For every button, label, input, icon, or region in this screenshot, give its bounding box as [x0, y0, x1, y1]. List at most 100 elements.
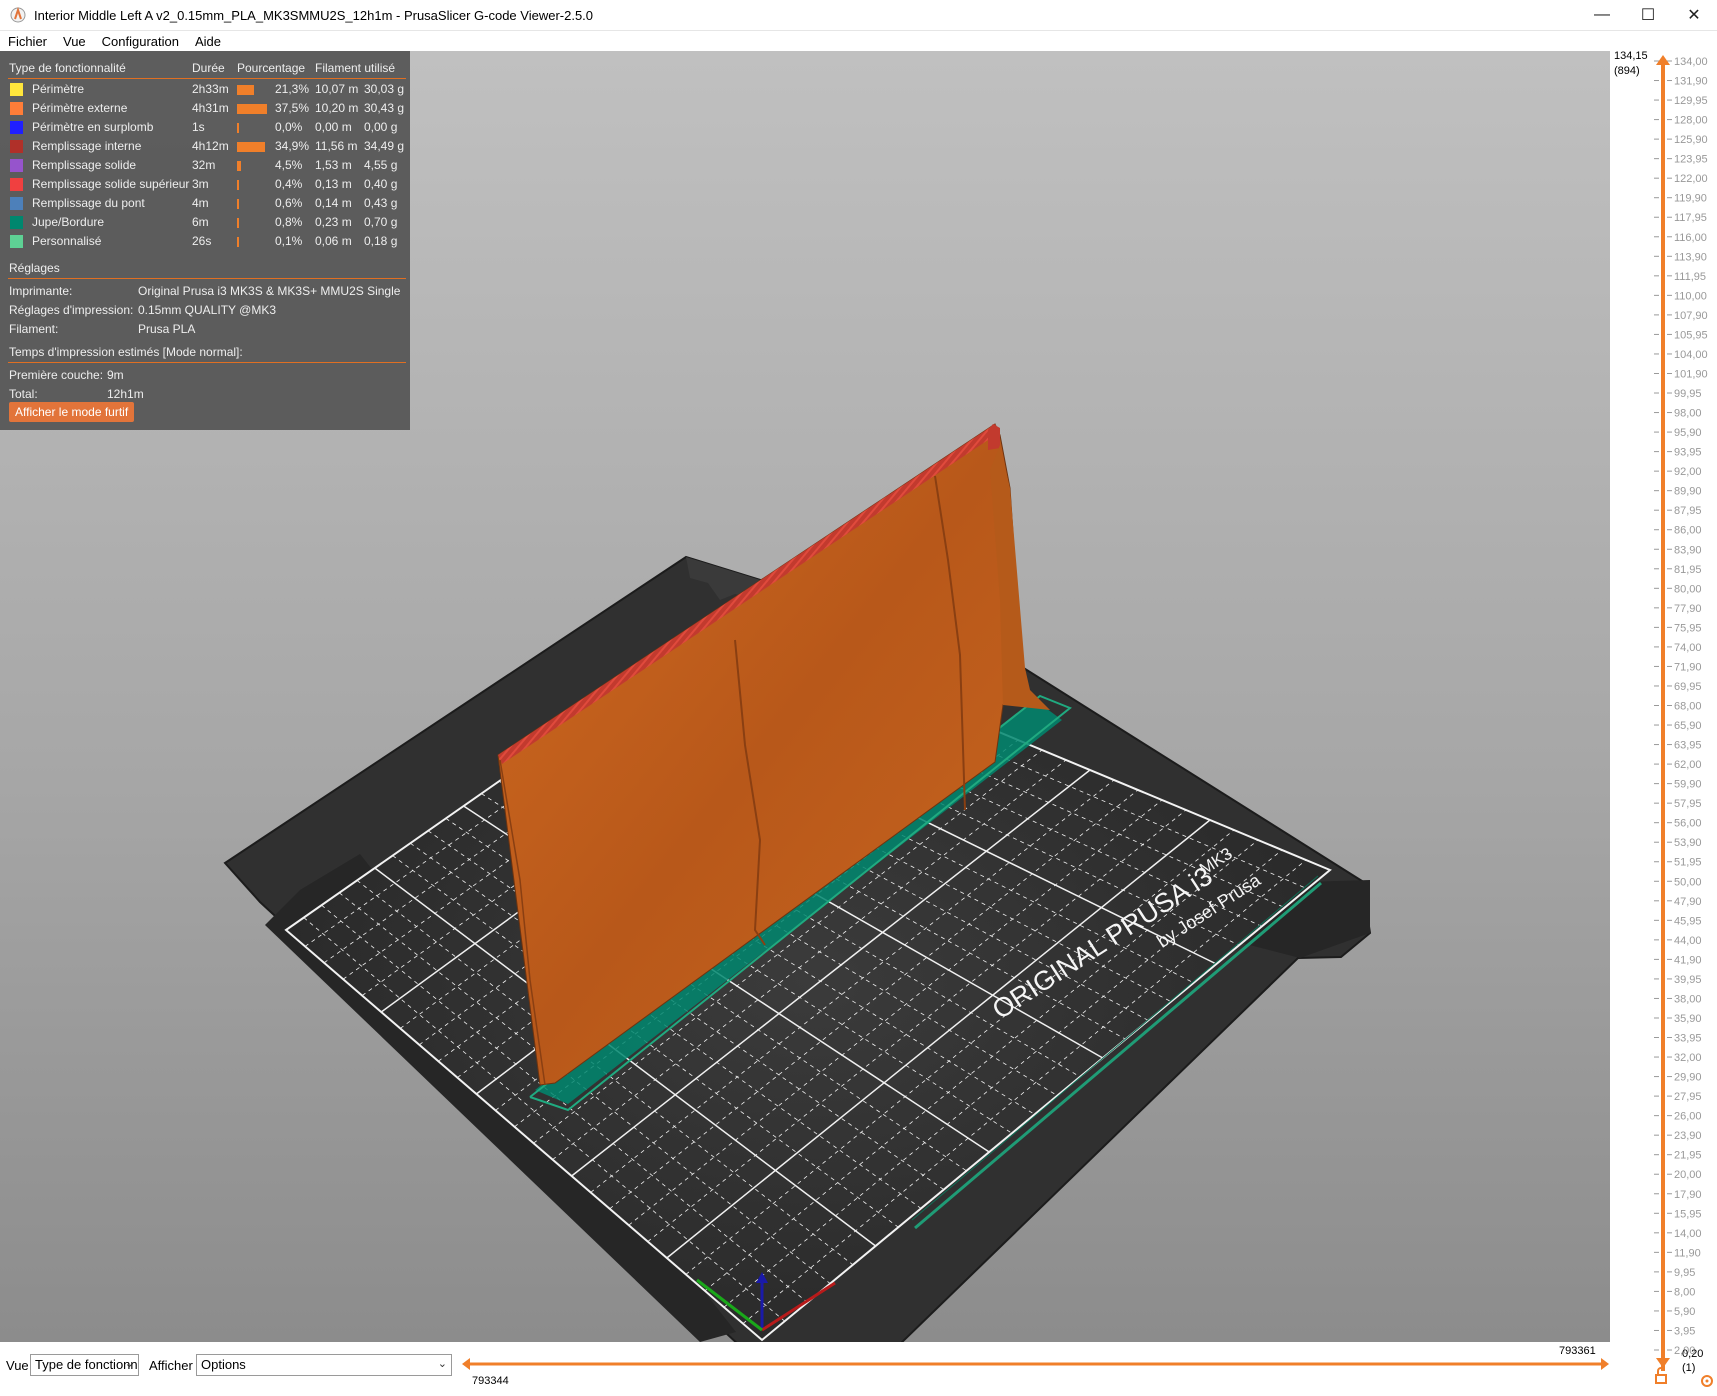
- color-swatch: [10, 140, 23, 153]
- close-button[interactable]: ✕: [1671, 0, 1717, 31]
- percent-bar: [237, 142, 265, 152]
- slider-tick-label: 81,95: [1674, 564, 1702, 576]
- legend-row[interactable]: Remplissage solide 32m 4,5% 1,53 m 4,55 g: [0, 156, 410, 175]
- lower-thumb-icon[interactable]: [1656, 1358, 1670, 1368]
- percent-bar: [237, 104, 267, 114]
- slider-tick-label: 5,90: [1674, 1306, 1695, 1318]
- feature-weight: 30,03 g: [364, 82, 405, 96]
- slider-tick-label: 104,00: [1674, 349, 1708, 361]
- times-separator: [8, 362, 406, 363]
- slider-tick-label: 8,00: [1674, 1286, 1695, 1298]
- percent-bar: [237, 85, 255, 95]
- feature-length: 0,00 m: [315, 120, 352, 134]
- feature-time: 1s: [192, 120, 205, 134]
- slider-tick-label: 33,95: [1674, 1033, 1702, 1045]
- header-feature-type: Type de fonctionnalité: [9, 61, 126, 75]
- slider-tick-label: 122,00: [1674, 173, 1708, 185]
- minimize-button[interactable]: —: [1579, 0, 1625, 31]
- menu-aide[interactable]: Aide: [187, 31, 229, 51]
- legend-row[interactable]: Personnalisé 26s 0,1% 0,06 m 0,18 g: [0, 232, 410, 251]
- slider-tick-label: 113,90: [1674, 251, 1707, 263]
- legend-row[interactable]: Périmètre 2h33m 21,3% 10,07 m 30,03 g: [0, 80, 410, 99]
- legend-separator: [8, 78, 406, 79]
- settings-cog-icon[interactable]: [1701, 1375, 1713, 1387]
- window-title: Interior Middle Left A v2_0.15mm_PLA_MK3…: [34, 7, 594, 23]
- menu-fichier[interactable]: Fichier: [0, 31, 55, 51]
- slider-tick-label: 11,90: [1674, 1247, 1701, 1259]
- filament-label: Filament:: [9, 322, 59, 336]
- total-value: 12h1m: [107, 387, 144, 401]
- percent-bar: [237, 161, 241, 171]
- color-swatch: [10, 235, 23, 248]
- feature-weight: 0,18 g: [364, 234, 398, 248]
- feature-time: 2h33m: [192, 82, 229, 96]
- feature-percent: 4,5%: [275, 158, 303, 172]
- slider-tick-label: 74,00: [1674, 642, 1702, 654]
- menu-configuration[interactable]: Configuration: [94, 31, 187, 51]
- feature-percent: 21,3%: [275, 82, 310, 96]
- show-options-select[interactable]: Options ⌄: [196, 1354, 452, 1376]
- slider-tick-label: 50,00: [1674, 876, 1702, 888]
- menu-bar: Fichier Vue Configuration Aide: [0, 31, 1717, 51]
- slider-tick-label: 93,95: [1674, 447, 1702, 459]
- slider-tick-label: 105,95: [1674, 329, 1708, 341]
- maximize-button[interactable]: ☐: [1625, 0, 1671, 31]
- feature-weight: 0,43 g: [364, 196, 398, 210]
- slider-tick-label: 95,90: [1674, 427, 1702, 439]
- color-swatch: [10, 102, 23, 115]
- feature-percent: 34,9%: [275, 139, 310, 153]
- settings-separator: [8, 278, 406, 279]
- legend-row[interactable]: Jupe/Bordure 6m 0,8% 0,23 m 0,70 g: [0, 213, 410, 232]
- first-layer-row: Première couche: 9m: [0, 366, 410, 384]
- menu-vue[interactable]: Vue: [55, 31, 94, 51]
- slider-tick-label: 116,00: [1674, 232, 1707, 244]
- header-filament: Filament utilisé: [315, 61, 396, 75]
- vertical-layer-slider[interactable]: 134,00 131,90 129,95 128,00 125,90 123,95 122,…: [1610, 50, 1717, 1391]
- slider-tick-label: 110,00: [1674, 290, 1707, 302]
- feature-label: Périmètre: [32, 82, 85, 96]
- legend-row[interactable]: Remplissage interne 4h12m 34,9% 11,56 m 34,4…: [0, 137, 410, 156]
- legend-panel: Type de fonctionnalité Durée Pourcentage…: [0, 51, 410, 430]
- print-settings-label: Réglages d'impression:: [9, 303, 134, 317]
- slider-tick-label: 128,00: [1674, 115, 1708, 127]
- percent-bar: [237, 123, 239, 133]
- slider-tick-label: 3,95: [1674, 1325, 1695, 1337]
- slider-tick-label: 98,00: [1674, 408, 1702, 420]
- feature-label: Remplissage solide: [32, 158, 137, 172]
- show-stealth-mode-button[interactable]: Afficher le mode furtif: [9, 402, 135, 422]
- horizontal-move-slider[interactable]: 793361 793344: [462, 1342, 1610, 1391]
- feature-weight: 0,70 g: [364, 215, 398, 229]
- upper-thumb-icon[interactable]: [1656, 55, 1670, 65]
- prusaslicer-app-icon: [10, 7, 26, 23]
- slider-tick-label: 41,90: [1674, 954, 1702, 966]
- feature-time: 4m: [192, 196, 209, 210]
- legend-row[interactable]: Périmètre externe 4h31m 37,5% 10,20 m 30,43 …: [0, 99, 410, 118]
- slider-tick-label: 53,90: [1674, 837, 1702, 849]
- slider-tick-label: 32,00: [1674, 1052, 1702, 1064]
- lower-layer: (1): [1682, 1362, 1695, 1374]
- show-label: Afficher: [149, 1358, 193, 1373]
- slider-tick-label: 59,90: [1674, 779, 1702, 791]
- legend-header: Type de fonctionnalité Durée Pourcentage…: [0, 59, 410, 78]
- slider-tick-label: 20,00: [1674, 1169, 1702, 1181]
- feature-weight: 0,40 g: [364, 177, 398, 191]
- legend-row[interactable]: Remplissage du pont 4m 0,6% 0,14 m 0,43 g: [0, 194, 410, 213]
- feature-weight: 4,55 g: [364, 158, 398, 172]
- right-thumb-icon[interactable]: [1601, 1358, 1609, 1370]
- view-type-select[interactable]: Type de fonctionnalité ⌄: [30, 1354, 139, 1376]
- slider-tick-label: 107,90: [1674, 310, 1708, 322]
- slider-tick-label: 39,95: [1674, 974, 1702, 986]
- bottom-toolbar: Vue Type de fonctionnalité ⌄ Afficher Op…: [0, 1342, 1610, 1391]
- slider-tick-label: 117,95: [1674, 212, 1707, 224]
- feature-percent: 0,6%: [275, 196, 303, 210]
- legend-row[interactable]: Périmètre en surplomb 1s 0,0% 0,00 m 0,00 g: [0, 118, 410, 137]
- left-thumb-icon[interactable]: [462, 1358, 470, 1370]
- slider-tick-label: 69,95: [1674, 681, 1702, 693]
- settings-heading: Réglages: [9, 261, 60, 275]
- feature-label: Remplissage solide supérieur: [32, 177, 190, 191]
- feature-time: 32m: [192, 158, 216, 172]
- slider-tick-label: 44,00: [1674, 935, 1702, 947]
- slider-tick-label: 65,90: [1674, 720, 1702, 732]
- printer-label: Imprimante:: [9, 284, 73, 298]
- legend-row[interactable]: Remplissage solide supérieur 3m 0,4% 0,13 m…: [0, 175, 410, 194]
